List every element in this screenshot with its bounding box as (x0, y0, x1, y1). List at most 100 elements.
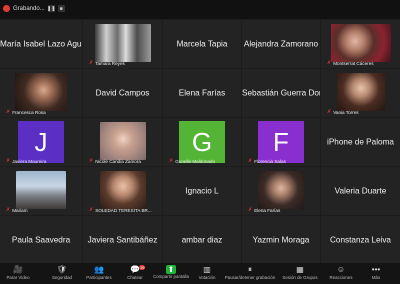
participant-name: Elena Farías (178, 88, 226, 98)
participant-label: Francesca Rosa (12, 109, 46, 115)
participant-tile[interactable]: ✗ Montserrat Cáceres (321, 20, 400, 68)
participant-tile[interactable]: ✗ Francesca Rosa (0, 69, 82, 117)
share-screen-icon: ⬆ (166, 265, 176, 274)
participant-label: Mariam (12, 207, 28, 213)
participant-tile[interactable]: Alejandra Zamorano (242, 20, 320, 68)
smiley-icon: ☺ (336, 265, 346, 274)
avatar-initial: F (273, 126, 289, 157)
more-button[interactable]: ••• Más (358, 265, 394, 281)
participant-label: Nicole Candia Zamora (95, 158, 141, 164)
participant-tile[interactable]: Paula Saavedra (0, 216, 82, 263)
share-screen-button[interactable]: ⬆ Compartir pantalla (153, 265, 189, 280)
participant-tile[interactable]: Constanza Leiva (321, 216, 400, 263)
participant-label: Montserrat Cáceres (333, 60, 374, 66)
participant-label: Javiera Maureira (12, 158, 47, 164)
stop-video-button[interactable]: 🎥 Parar Video (0, 265, 36, 281)
muted-mic-icon: ✗ (6, 109, 11, 115)
participant-tile[interactable]: ✗ SOLEDAD TERESITA BR... (83, 167, 162, 215)
stop-recording-icon[interactable]: ■ (57, 5, 65, 12)
security-button[interactable]: 🛡 Seguridad (44, 265, 80, 281)
participant-tile[interactable]: ✗ Mariam (0, 167, 82, 215)
participant-video (330, 24, 391, 62)
poll-icon: ▥ (203, 265, 211, 274)
participant-tile[interactable]: David Campos (83, 69, 162, 117)
more-icon: ••• (371, 265, 381, 274)
pause-recording-icon[interactable]: ❚❚ (47, 5, 55, 12)
participant-name: María Isabel Lazo Agu... (0, 39, 82, 49)
participant-tile[interactable]: ✗ Tamara Reyes (83, 20, 162, 68)
participant-video (336, 73, 385, 111)
participant-tile[interactable]: ambar diaz (163, 216, 241, 263)
participant-tile[interactable]: Sebastián Guerra Don... (242, 69, 320, 117)
participant-label: Florencia Salas (254, 158, 286, 164)
participant-name: David Campos (95, 88, 150, 98)
participant-tile[interactable]: ✗ Elena Farías (242, 167, 320, 215)
participant-tile[interactable]: iPhone de Paloma (321, 118, 400, 166)
participant-label: Vania Torres (333, 109, 359, 115)
participant-tile[interactable]: F ✗ Florencia Salas (242, 118, 320, 166)
participant-tile[interactable]: Marcela Tapia (163, 20, 241, 68)
muted-mic-icon: ✗ (89, 60, 94, 66)
avatar: G (179, 121, 225, 163)
participant-video (15, 73, 67, 111)
participant-tile[interactable]: ✗ Nicole Candia Zamora (83, 118, 162, 166)
top-bar: Grabando... ❚❚ ■ (0, 0, 400, 19)
participant-name: iPhone de Paloma (327, 137, 394, 147)
participant-label: Tamara Reyes (95, 60, 125, 66)
participant-name: Valeria Duarte (334, 186, 387, 196)
participant-name: Yazmin Moraga (252, 235, 310, 244)
participants-button[interactable]: 👥 Participantes (81, 265, 117, 281)
recording-indicator: Grabando... ❚❚ ■ (3, 3, 65, 14)
avatar: F (258, 121, 304, 163)
meeting-toolbar: 🎥 Parar Video 🛡 Seguridad 👥 Participante… (0, 263, 400, 284)
participant-label: Gunelle Maldonado (175, 158, 216, 164)
participant-name: Marcela Tapia (176, 39, 228, 49)
avatar-initial: J (34, 126, 48, 157)
participant-name: Ignacio L (185, 186, 219, 196)
avatar: J (18, 121, 64, 163)
participant-tile[interactable]: J ✗ Javiera Maureira (0, 118, 82, 166)
participant-name: Paula Saavedra (11, 235, 71, 244)
pause-stop-recording-button[interactable]: ⏸ Pausar/detener grabación (224, 265, 276, 281)
recording-label: Grabando... (13, 5, 45, 12)
participant-video (94, 24, 151, 62)
participants-icon: 👥 (94, 265, 104, 274)
participant-grid: María Isabel Lazo Agu... ✗ Tamara Reyes M… (0, 20, 400, 263)
muted-mic-icon: ✗ (248, 158, 253, 164)
participant-label: SOLEDAD TERESITA BR... (95, 207, 152, 213)
muted-mic-icon: ✗ (6, 207, 11, 213)
muted-mic-icon: ✗ (169, 158, 174, 164)
chat-button[interactable]: 💬 19 Chatear (117, 265, 153, 281)
breakout-rooms-button[interactable]: ▦ Sesión de Grupos (280, 265, 320, 281)
participant-label: Elena Farías (254, 207, 281, 213)
video-camera-icon: 🎥 (13, 265, 23, 274)
participant-video (99, 171, 146, 209)
participant-tile[interactable]: Elena Farías (163, 69, 241, 117)
participant-tile[interactable]: ✗ Vania Torres (321, 69, 400, 117)
muted-mic-icon: ✗ (89, 207, 94, 213)
participant-video (16, 171, 66, 209)
participant-tile[interactable]: María Isabel Lazo Agu... (0, 20, 82, 68)
participant-tile[interactable]: G ✗ Gunelle Maldonado (163, 118, 241, 166)
muted-mic-icon: ✗ (6, 158, 11, 164)
participant-tile[interactable]: Ignacio L (163, 167, 241, 215)
shield-icon: 🛡 (56, 265, 68, 274)
muted-mic-icon: ✗ (327, 60, 332, 66)
muted-mic-icon: ✗ (248, 207, 253, 213)
reactions-button[interactable]: ☺ Reacciones (323, 265, 359, 281)
participant-tile[interactable]: Javiera Santibáñez (83, 216, 162, 263)
participant-video (258, 171, 304, 209)
poll-button[interactable]: ▥ Votación (189, 265, 225, 281)
participant-name: Javiera Santibáñez (87, 235, 158, 244)
chat-icon: 💬 (130, 265, 140, 274)
participant-name: Constanza Leiva (330, 235, 391, 244)
breakout-rooms-icon: ▦ (296, 265, 304, 274)
participant-tile[interactable]: Valeria Duarte (321, 167, 400, 215)
muted-mic-icon: ✗ (89, 158, 94, 164)
participant-tile[interactable]: Yazmin Moraga (242, 216, 320, 263)
participant-name: Alejandra Zamorano (243, 39, 319, 49)
participant-video (99, 122, 146, 160)
recording-dot-icon (3, 5, 10, 12)
avatar-initial: G (191, 126, 213, 157)
muted-mic-icon: ✗ (327, 109, 332, 115)
